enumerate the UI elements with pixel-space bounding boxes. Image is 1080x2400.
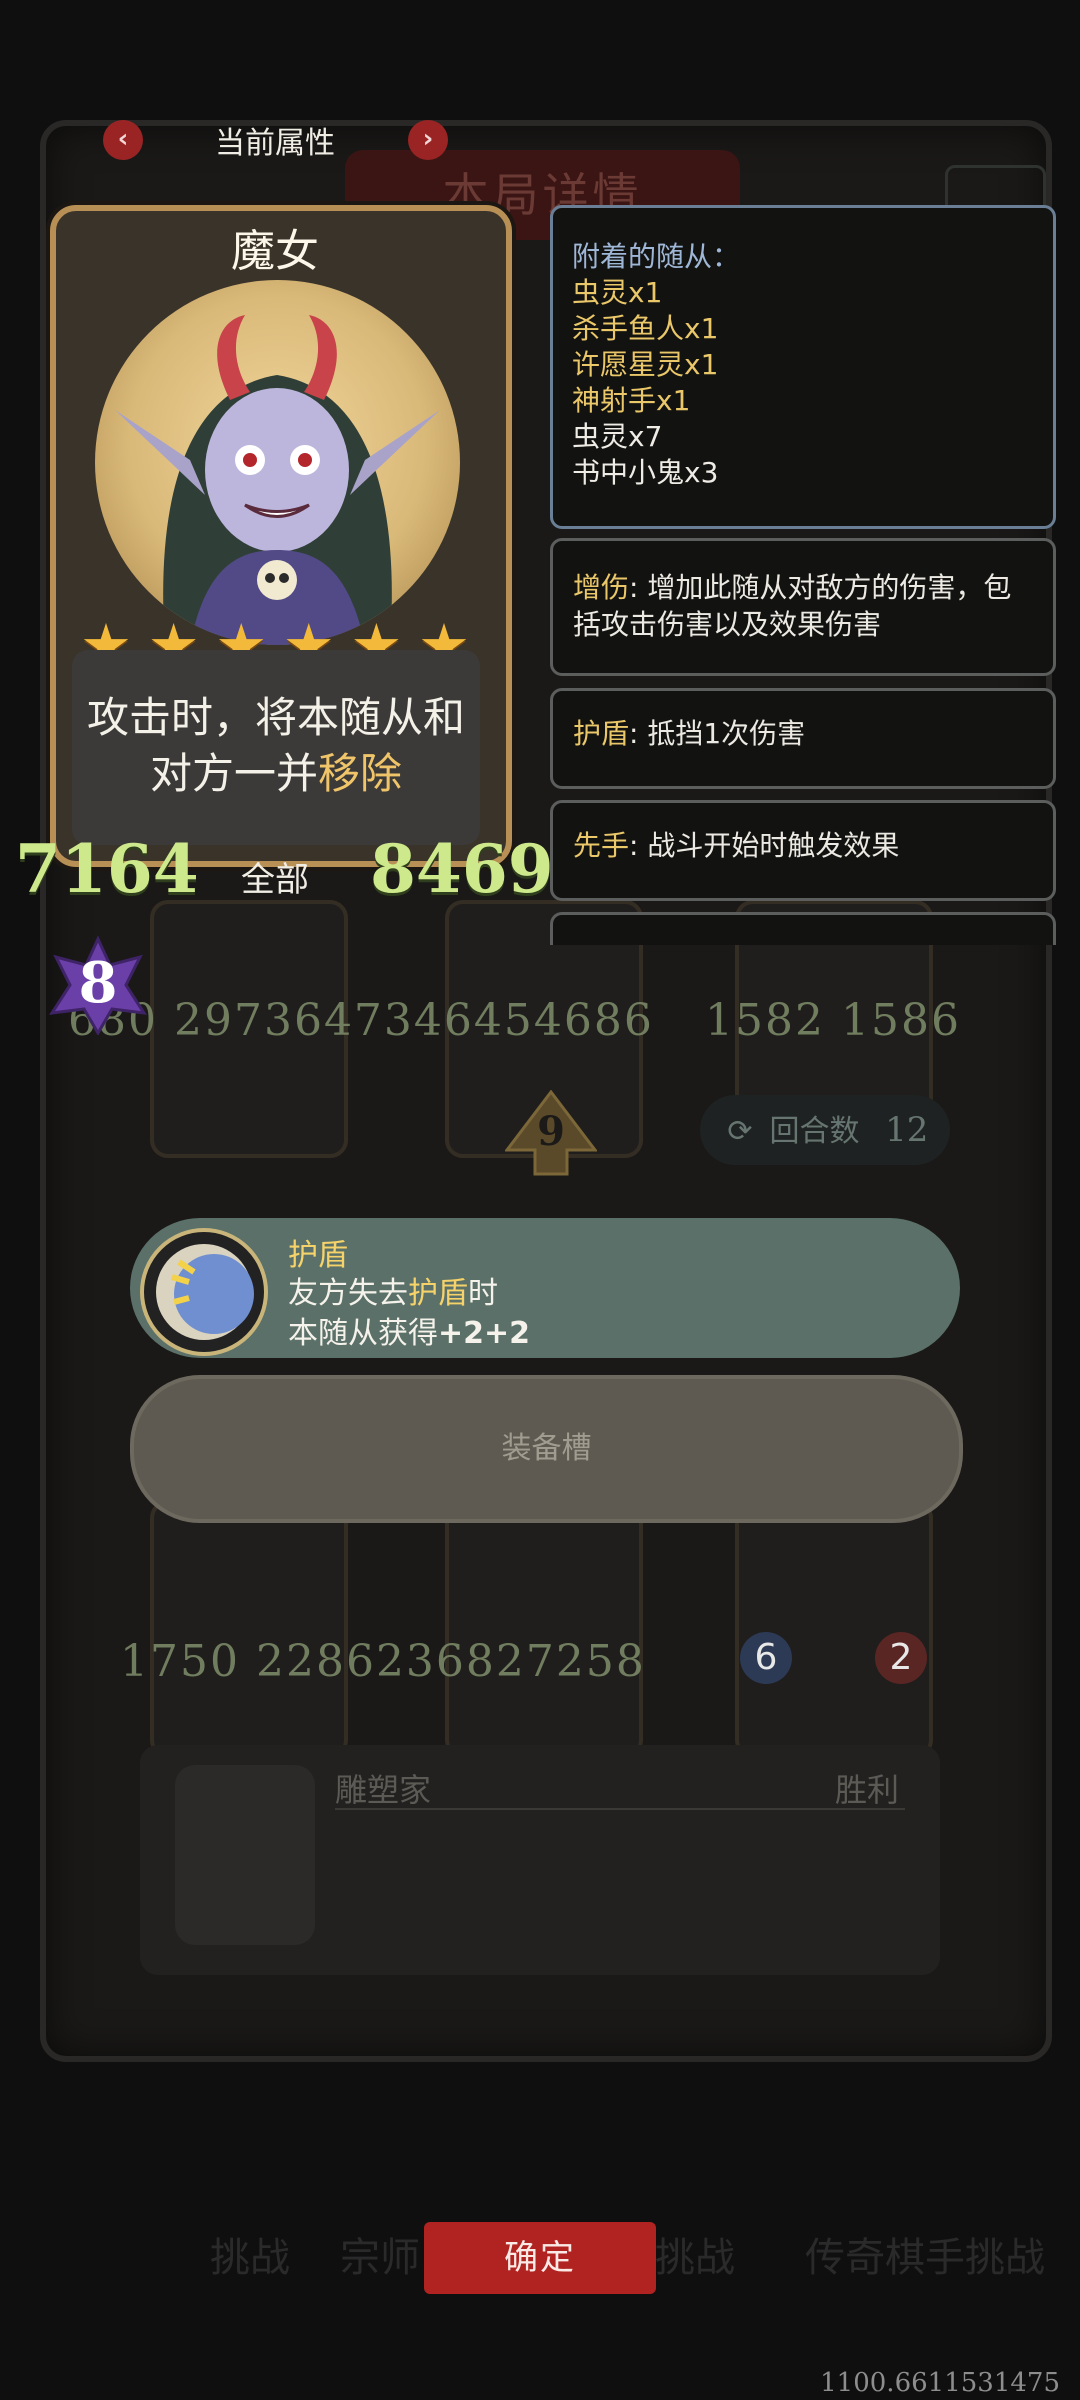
divider [335,1808,905,1810]
board-stats-row: 1582 1586 [705,995,961,1046]
card-portrait [95,280,460,645]
keyword-desc: 战斗开始时触发效果 [647,829,900,862]
card-name: 魔女 [231,226,319,277]
chevron-right-icon: › [422,124,434,154]
ability-keyword: 护盾 [408,1276,468,1311]
witch-illustration-icon [115,315,440,645]
ability-value: +2+2 [438,1316,531,1351]
keyword-name: 护盾 [573,717,630,750]
description-keyword: 移除 [318,749,403,798]
attached-item: 虫灵x1 [572,276,663,309]
refresh-icon: ⟳ [727,1114,753,1149]
board-stats-row: 680 2973647346454686 [68,995,654,1046]
next-button[interactable]: › [408,120,448,160]
attached-item: 书中小鬼x3 [572,456,719,489]
keyword-box-more [550,912,1056,945]
bottom-nav-item: 挑战 [655,2235,735,2281]
ability-line-2: 本随从获得+2+2 [288,1308,530,1352]
keyword-box-shield: 护盾: 抵挡1次伤害 [550,688,1056,789]
board-card [735,1500,933,1758]
ability-line-1: 友方失去护盾时 [288,1268,498,1312]
version-text: 1100.6611531475 [820,2368,1060,2398]
bottom-nav-item: 挑战 [210,2235,290,2281]
round-counter: ⟳ 回合数 12 [700,1095,950,1165]
keyword-name: 先手 [573,829,630,862]
round-label: 回合数 [769,1114,860,1149]
board-stats-row: 1750 2286236827258 [120,1636,646,1687]
opponent-result: 胜利 [835,1771,900,1809]
ability-text: 本随从获得 [288,1316,438,1351]
attached-item: 虫灵x7 [572,420,663,453]
attached-list: 附着的随从： 虫灵x1 杀手鱼人x1 许愿星灵x1 神射手x1 虫灵x7 书中小… [572,235,740,491]
tier-number: 8 [78,950,118,1016]
chevron-left-icon: ‹ [117,124,129,154]
attached-item: 杀手鱼人x1 [572,312,719,345]
attached-item: 许愿星灵x1 [572,348,719,381]
confirm-button[interactable]: 确定 [424,2222,656,2294]
board-card [445,1500,643,1758]
equipment-slot[interactable]: 装备槽 [130,1375,963,1523]
keyword-desc: 增加此随从对敌方的伤害，包括攻击伤害以及效果伤害 [573,571,1012,641]
attached-title: 附着的随从： [572,240,741,273]
keyword-box-damage-boost: 增伤: 增加此随从对敌方的伤害，包括攻击伤害以及效果伤害 [550,538,1056,676]
description-text: 攻击时，将本随从和对方一并 [86,693,465,798]
opponent-name: 雕塑家 [335,1771,432,1809]
opponent-avatar [175,1765,315,1945]
tier-arrow-number: 9 [537,1108,565,1155]
bottom-nav-item: 宗师 [340,2235,420,2281]
attached-item: 神射手x1 [572,384,691,417]
prev-button[interactable]: ‹ [103,120,143,160]
bottom-nav-item: 传奇棋手挑战 [805,2235,1045,2281]
keyword-box-first-strike: 先手: 战斗开始时触发效果 [550,800,1056,901]
ability-text: 友方失去 [288,1276,408,1311]
page-title: 当前属性 [215,126,335,161]
card-description: 攻击时，将本随从和对方一并移除 [72,690,480,802]
health-value: 8469 [370,830,554,908]
keyword-name: 增伤 [573,571,630,604]
ability-text: 时 [468,1276,498,1311]
scope-label: 全部 [241,860,309,900]
board-attack-badge: 6 [740,1632,792,1684]
shield-ability-icon [140,1228,268,1356]
keyword-desc: 抵挡1次伤害 [647,717,806,750]
round-value: 12 [885,1110,929,1150]
attack-value: 7164 [15,830,199,908]
board-health-badge: 2 [875,1632,927,1684]
board-card [150,1500,348,1758]
